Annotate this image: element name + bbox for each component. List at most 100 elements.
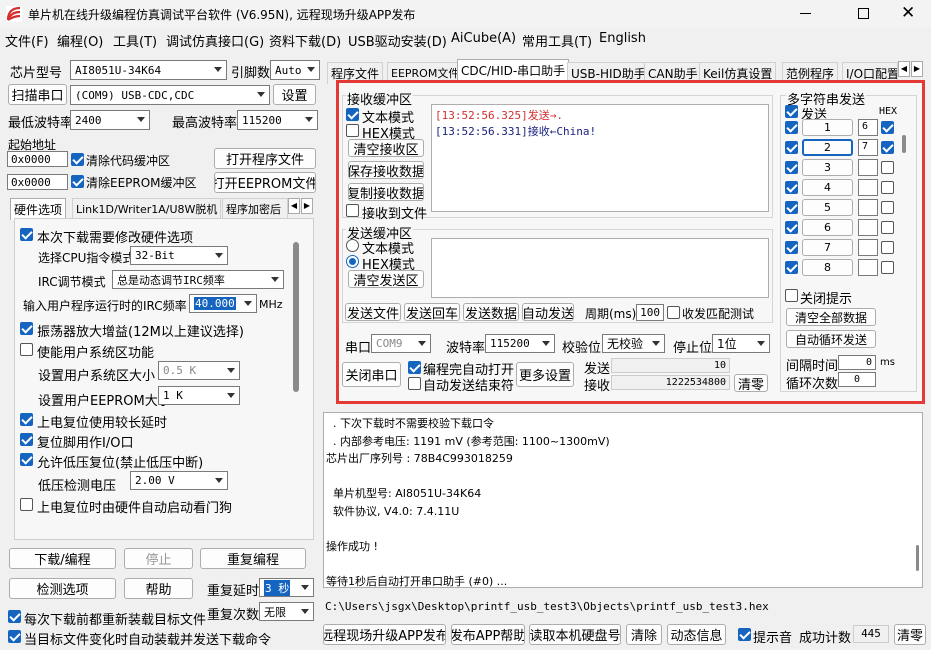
multi-row-send-button[interactable]: 3: [802, 159, 853, 176]
multi-row-send-button[interactable]: 6: [802, 219, 853, 236]
lvd-select[interactable]: 2.00 V: [130, 471, 228, 490]
multi-row-hex-checkbox[interactable]: [881, 221, 894, 234]
code-addr-input[interactable]: 0x0000: [7, 151, 68, 167]
multi-row-send-button[interactable]: 1: [802, 119, 853, 136]
clear-eeprom-checkbox[interactable]: [71, 175, 84, 188]
receive-textarea[interactable]: [13:52:56.325]发送→. [13:52:56.331]接收←Chin…: [431, 104, 769, 212]
pin-select[interactable]: Auto: [270, 60, 320, 80]
close-tip-checkbox[interactable]: [785, 289, 798, 302]
menu-english[interactable]: English: [599, 31, 646, 46]
detect-options-button[interactable]: 检测选项: [9, 578, 116, 599]
multi-row-input[interactable]: [858, 219, 878, 236]
multi-row-checkbox[interactable]: [785, 241, 798, 254]
multi-row-checkbox[interactable]: [785, 181, 798, 194]
stop-bit-select[interactable]: 1位: [712, 334, 770, 353]
close-icon[interactable]: ✕: [901, 3, 915, 23]
right-tab-scroll-left[interactable]: ◀: [898, 61, 910, 77]
modify-hw-checkbox[interactable]: [20, 228, 33, 241]
chip-select[interactable]: AI8051U-34K64: [70, 60, 227, 80]
clear-log-button[interactable]: 清除: [626, 624, 662, 645]
menu-usb-driver[interactable]: USB驱动安装(D): [348, 31, 447, 50]
log-scrollbar[interactable]: [916, 545, 919, 571]
port-select[interactable]: (COM9) USB-CDC,CDC: [70, 85, 270, 105]
irc-mode-select[interactable]: 总是动态调节IRC频率: [112, 270, 284, 289]
multi-row-checkbox[interactable]: [785, 221, 798, 234]
beep-checkbox[interactable]: [738, 628, 751, 641]
cycle-input[interactable]: 0: [838, 372, 876, 387]
sys-area-checkbox[interactable]: [20, 343, 33, 356]
clear-success-button[interactable]: 清零: [894, 624, 926, 645]
save-recv-button[interactable]: 保存接收数据: [348, 161, 424, 179]
repeat-count-select[interactable]: 无限: [259, 602, 314, 621]
multi-row-hex-checkbox[interactable]: [881, 181, 894, 194]
com-port-select[interactable]: COM9: [371, 334, 431, 353]
osc-gain-checkbox[interactable]: [20, 322, 33, 335]
publish-help-button[interactable]: 发布APP帮助: [451, 624, 525, 645]
eeprom-addr-input[interactable]: 0x0000: [7, 174, 68, 190]
scan-port-button[interactable]: 扫描串口: [8, 84, 67, 105]
clear-code-checkbox[interactable]: [71, 153, 84, 166]
tab-scroll-left[interactable]: ◀: [288, 198, 300, 214]
multi-scrollbar[interactable]: [902, 135, 906, 153]
clear-count-button[interactable]: 清零: [734, 374, 768, 392]
parity-select[interactable]: 无校验: [602, 334, 665, 353]
multi-row-input[interactable]: [858, 259, 878, 276]
multi-row-input[interactable]: [858, 159, 878, 176]
open-eeprom-button[interactable]: 打开EEPROM文件: [214, 172, 316, 193]
multi-row-hex-checkbox[interactable]: [881, 201, 894, 214]
min-baud-select[interactable]: 2400: [70, 110, 150, 130]
multi-row-hex-checkbox[interactable]: [881, 141, 894, 154]
multi-row-input[interactable]: 6: [858, 119, 878, 136]
max-baud-select[interactable]: 115200: [237, 110, 318, 130]
period-input[interactable]: 100: [636, 304, 664, 321]
right-tab-scroll-right[interactable]: ▶: [911, 61, 923, 77]
multi-row-input[interactable]: [858, 199, 878, 216]
multi-row-checkbox[interactable]: [785, 161, 798, 174]
multi-row-send-button[interactable]: 5: [802, 199, 853, 216]
menu-file[interactable]: 文件(F): [5, 31, 49, 50]
interval-input[interactable]: 0: [838, 355, 876, 370]
tab-link1d[interactable]: Link1D/Writer1A/U8W脱机: [72, 198, 222, 219]
auto-open-checkbox[interactable]: [408, 361, 421, 374]
long-delay-checkbox[interactable]: [20, 413, 33, 426]
menu-tools[interactable]: 工具(T): [113, 31, 157, 50]
send-text-mode-radio[interactable]: [346, 239, 359, 252]
recv-hex-mode-checkbox[interactable]: [346, 124, 359, 137]
copy-recv-button[interactable]: 复制接收数据: [348, 183, 424, 201]
sys-size-select[interactable]: 0.5 K: [158, 361, 240, 380]
dynamic-info-button[interactable]: 动态信息: [667, 624, 726, 645]
open-program-button[interactable]: 打开程序文件: [214, 148, 316, 169]
irc-freq-select[interactable]: 40.000: [189, 294, 257, 313]
send-hex-mode-radio[interactable]: [346, 255, 359, 268]
baud-select[interactable]: 115200: [485, 334, 555, 353]
recv-to-file-checkbox[interactable]: [346, 204, 359, 217]
multi-row-hex-checkbox[interactable]: [881, 121, 894, 134]
help-button[interactable]: 帮助: [124, 578, 193, 599]
multi-row-hex-checkbox[interactable]: [881, 261, 894, 274]
auto-send-button[interactable]: 自动发送: [522, 303, 574, 321]
multi-row-checkbox[interactable]: [785, 261, 798, 274]
multi-row-hex-checkbox[interactable]: [881, 161, 894, 174]
multi-row-send-button[interactable]: 8: [802, 259, 853, 276]
settings-button[interactable]: 设置: [273, 84, 316, 105]
tab-serial-assistant[interactable]: CDC/HID-串口助手: [457, 59, 570, 81]
lvr-checkbox[interactable]: [20, 453, 33, 466]
watchdog-checkbox[interactable]: [20, 498, 33, 511]
read-disk-button[interactable]: 读取本机硬盘号: [529, 624, 621, 645]
multi-row-send-button[interactable]: 4: [802, 179, 853, 196]
multi-row-hex-checkbox[interactable]: [881, 241, 894, 254]
send-return-button[interactable]: 发送回车: [404, 303, 460, 321]
reprogram-button[interactable]: 重复编程: [200, 548, 306, 569]
repeat-delay-select[interactable]: 3 秒: [259, 578, 314, 597]
log-output[interactable]: . 下次下载时不需要校验下载口令 . 内部参考电压: 1191 mV (参考范围…: [323, 412, 923, 588]
auto-send-end-checkbox[interactable]: [408, 377, 421, 390]
multi-row-checkbox[interactable]: [785, 121, 798, 134]
auto-cycle-button[interactable]: 自动循环发送: [786, 330, 876, 348]
menu-program[interactable]: 编程(O): [57, 31, 103, 50]
multi-row-checkbox[interactable]: [785, 141, 798, 154]
hw-scrollbar[interactable]: [293, 242, 299, 392]
multi-send-all-checkbox[interactable]: [785, 105, 798, 118]
download-button[interactable]: 下载/编程: [9, 548, 116, 569]
close-port-button[interactable]: 关闭串口: [342, 362, 401, 387]
minimize-icon[interactable]: [800, 13, 811, 14]
